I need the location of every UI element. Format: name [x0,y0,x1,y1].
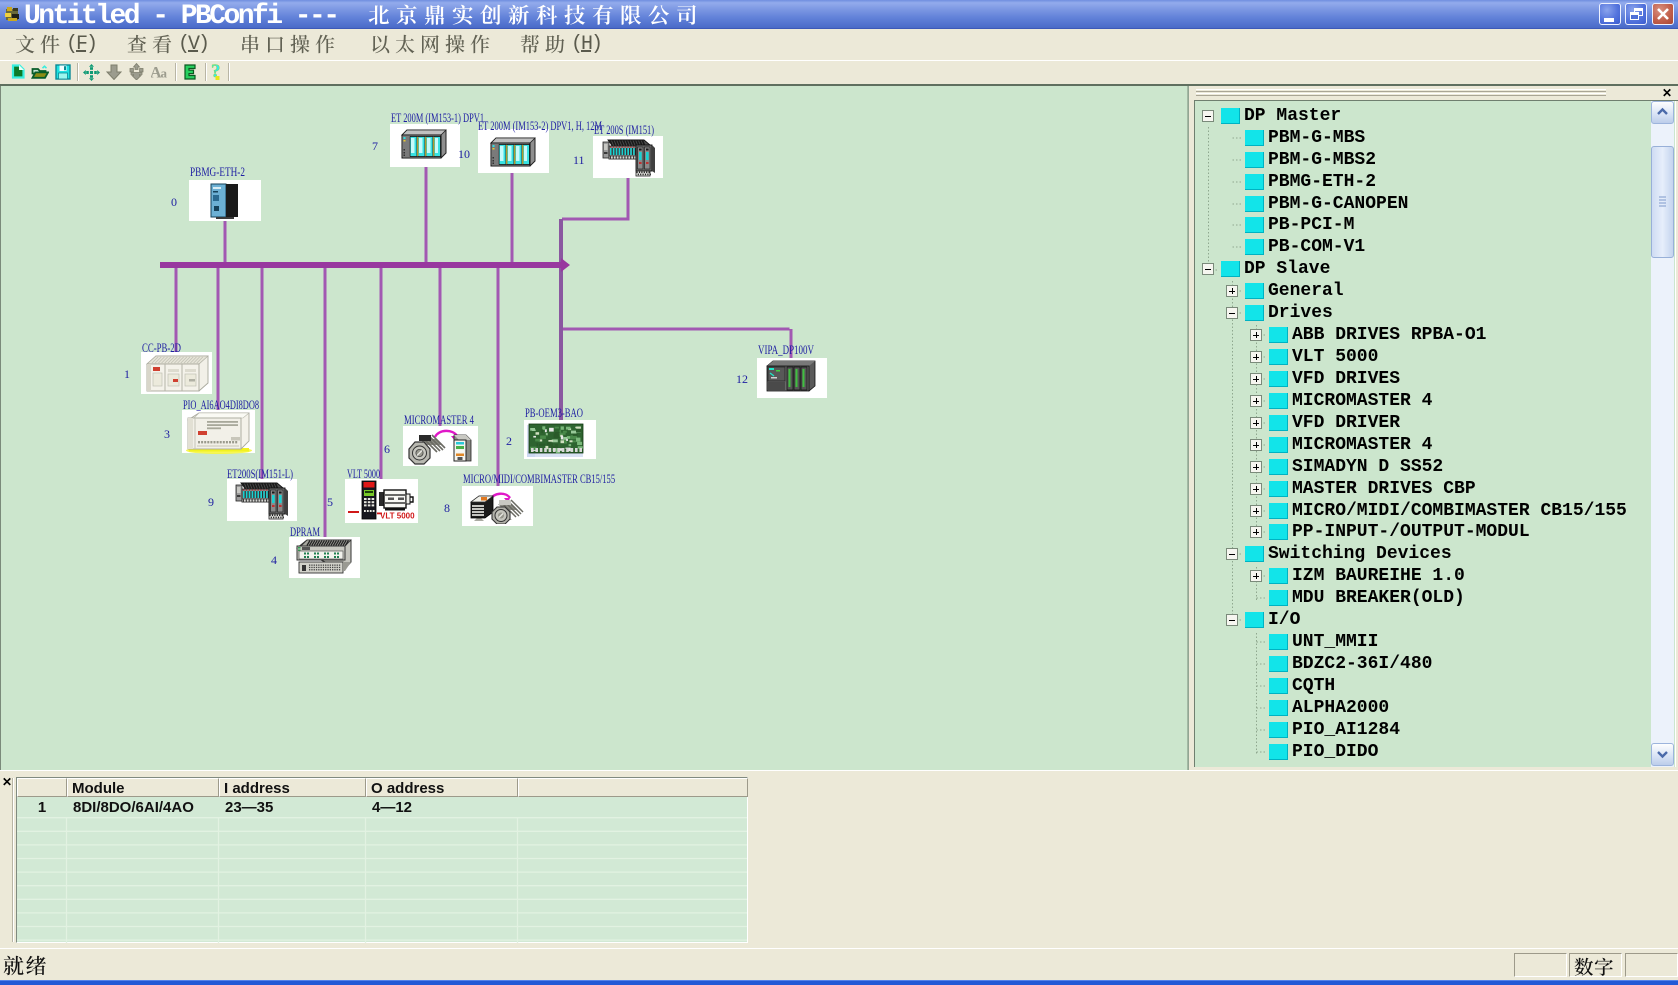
svg-text:a: a [161,66,168,80]
svg-text:VLT 5000: VLT 5000 [380,512,415,521]
